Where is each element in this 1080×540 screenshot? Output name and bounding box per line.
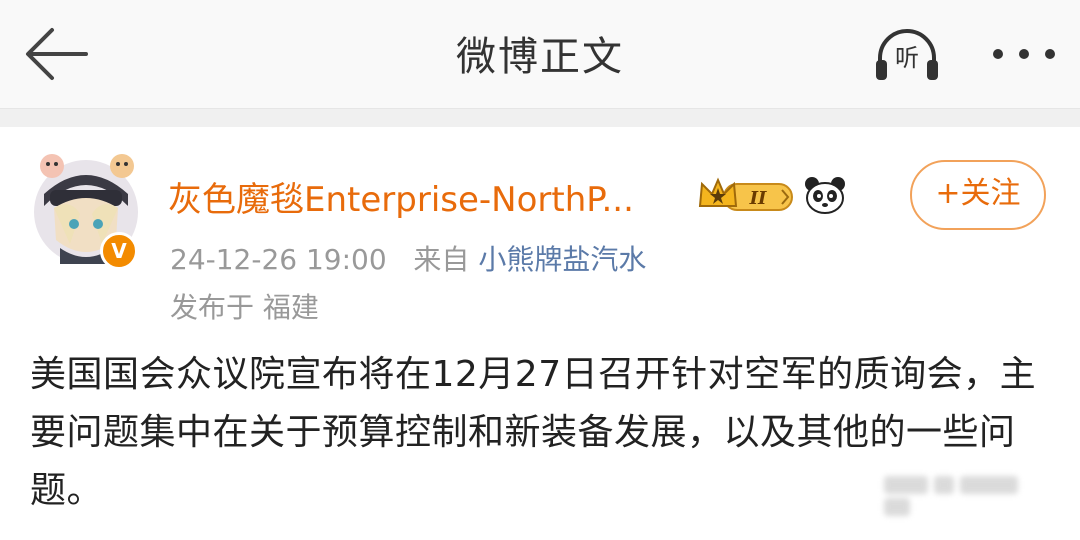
panda-icon bbox=[804, 176, 846, 214]
listen-label: 听 bbox=[895, 44, 919, 72]
post-location: 发布于 福建 bbox=[170, 291, 319, 324]
more-dots-icon bbox=[993, 49, 1055, 59]
crown-icon: II bbox=[698, 177, 793, 211]
more-options-button[interactable] bbox=[988, 40, 1060, 68]
post-timestamp: 24-12-26 19:00 bbox=[170, 243, 387, 276]
listen-button[interactable]: 听 bbox=[872, 26, 942, 84]
section-divider bbox=[0, 109, 1080, 127]
username[interactable]: 灰色魔毯Enterprise-NorthP... bbox=[168, 172, 634, 221]
post-source-link[interactable]: 小熊牌盐汽水 bbox=[478, 243, 646, 276]
watermark bbox=[884, 476, 1054, 516]
level-badge: II bbox=[749, 188, 767, 209]
verified-badge: V bbox=[100, 232, 138, 270]
post-meta: 24-12-26 19:00 来自 小熊牌盐汽水 bbox=[170, 238, 646, 278]
source-prefix: 来自 bbox=[413, 243, 470, 276]
top-navigation-bar: 微博正文 听 bbox=[0, 0, 1080, 109]
follow-button[interactable]: +关注 bbox=[910, 160, 1046, 230]
crown-badge[interactable]: II bbox=[696, 176, 796, 216]
